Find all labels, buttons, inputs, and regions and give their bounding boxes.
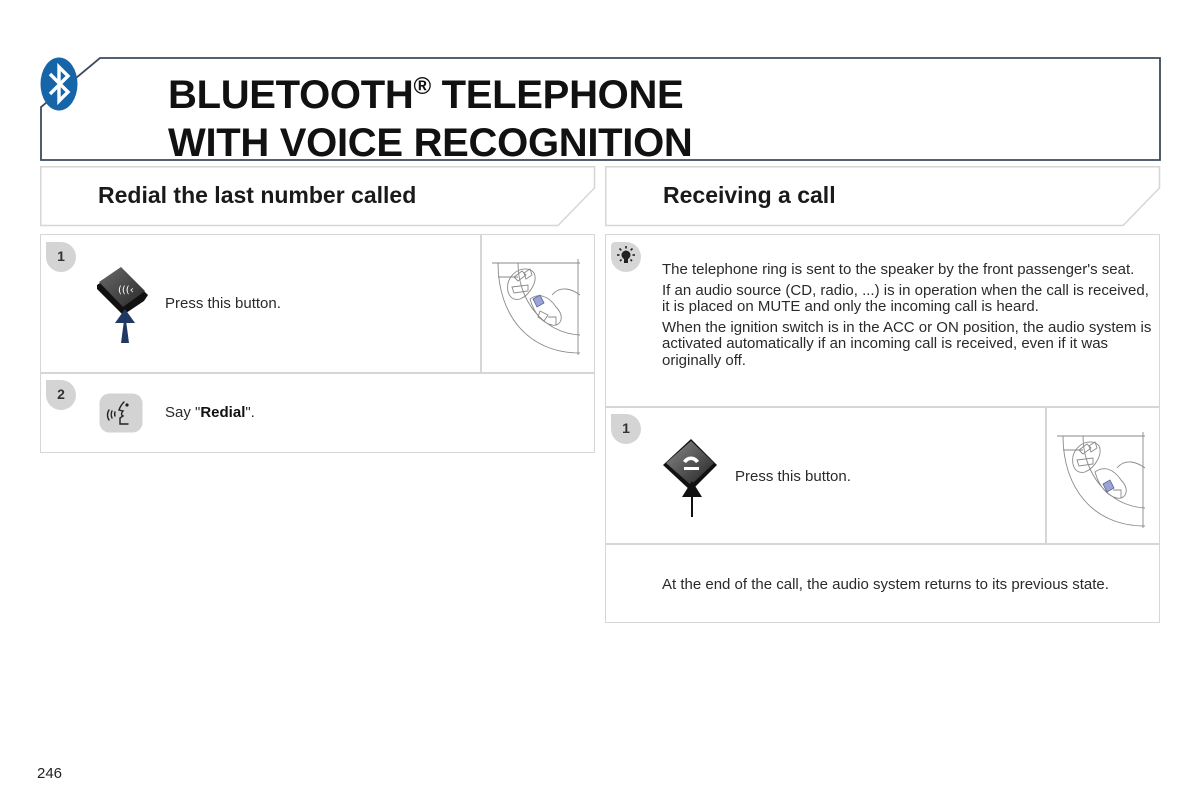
step-instruction: Press this button. xyxy=(165,295,281,312)
steering-wheel-controls-illustration xyxy=(1057,432,1146,528)
steering-wheel-controls-illustration xyxy=(492,259,581,355)
step-instruction: Press this button. xyxy=(735,468,851,485)
divider xyxy=(606,543,1159,545)
voice-command-keyword: Redial xyxy=(200,404,246,421)
page-title: BLUETOOTH® TELEPHONE WITH VOICE RECOGNIT… xyxy=(168,63,693,167)
end-of-call-note: At the end of the call, the audio system… xyxy=(662,576,1109,593)
receiving-call-box: The telephone ring is sent to the speake… xyxy=(605,234,1160,623)
tip-paragraph: The telephone ring is sent to the speake… xyxy=(662,261,1135,278)
section-header-redial: Redial the last number called xyxy=(40,166,596,227)
bluetooth-icon xyxy=(40,57,78,111)
tip-lightbulb-icon xyxy=(617,246,635,263)
step-number-badge: 1 xyxy=(46,242,76,272)
step-number-badge: 2 xyxy=(46,380,76,410)
tip-badge xyxy=(611,242,641,272)
divider xyxy=(1045,406,1047,543)
page-number: 246 xyxy=(37,765,63,782)
svg-text:(((‹: (((‹ xyxy=(118,285,134,296)
redial-steps-box: 1 (((‹ Press this button. 2 Say "Redial"… xyxy=(40,234,595,453)
section-header-receiving: Receiving a call xyxy=(605,166,1161,227)
page-title-line-2: WITH VOICE RECOGNITION xyxy=(168,121,693,165)
answer-call-button-icon xyxy=(663,439,717,517)
divider xyxy=(41,372,594,374)
divider xyxy=(480,235,482,372)
section-heading: Receiving a call xyxy=(663,182,836,208)
divider xyxy=(606,406,1159,408)
step-instruction: Say "Redial". xyxy=(165,404,255,421)
page-title-line-1: BLUETOOTH® TELEPHONE xyxy=(168,73,684,117)
tip-text: The telephone ring is sent to the speake… xyxy=(662,261,1152,369)
step-number-badge: 1 xyxy=(611,414,641,444)
section-heading: Redial the last number called xyxy=(98,182,417,208)
voice-command-button-icon: (((‹ xyxy=(97,267,148,343)
tip-paragraph: If an audio source (CD, radio, ...) is i… xyxy=(662,281,1149,315)
title-banner: BLUETOOTH® TELEPHONE WITH VOICE RECOGNIT… xyxy=(40,57,1161,165)
tip-paragraph: When the ignition switch is in the ACC o… xyxy=(662,318,1152,369)
voice-speaking-icon xyxy=(99,393,143,433)
